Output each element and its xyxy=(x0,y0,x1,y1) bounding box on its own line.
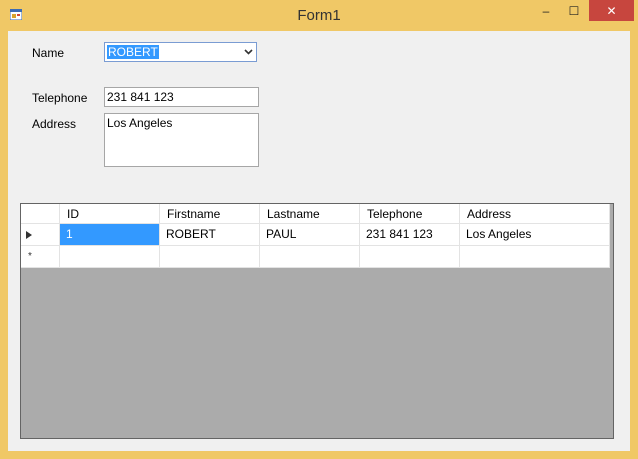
cell-telephone[interactable]: 231 841 123 xyxy=(360,224,460,246)
cell-firstname[interactable]: ROBERT xyxy=(160,224,260,246)
window: Form1 – ☐ ✕ Name ROBERT Telephone 231 84… xyxy=(0,0,638,459)
maximize-button[interactable]: ☐ xyxy=(560,0,588,21)
telephone-label: Telephone xyxy=(32,91,88,105)
chevron-down-icon[interactable] xyxy=(244,48,253,56)
cell-id[interactable]: 1 xyxy=(60,224,160,246)
column-header-id[interactable]: ID xyxy=(60,204,160,224)
table-row[interactable]: 1 ROBERT PAUL 231 841 123 Los Angeles xyxy=(21,224,610,246)
column-header-lastname[interactable]: Lastname xyxy=(260,204,360,224)
cell-address[interactable]: Los Angeles xyxy=(460,224,610,246)
row-header[interactable] xyxy=(21,224,60,246)
form-client-area: Name ROBERT Telephone 231 841 123 Addres… xyxy=(8,31,630,451)
grid-corner-header[interactable] xyxy=(21,204,60,224)
name-combobox[interactable]: ROBERT xyxy=(104,42,257,62)
new-cell-address[interactable] xyxy=(460,246,610,268)
row-pointer-icon xyxy=(26,231,32,239)
address-label: Address xyxy=(32,117,77,131)
cell-lastname[interactable]: PAUL xyxy=(260,224,360,246)
data-grid[interactable]: ID Firstname Lastname Telephone Address … xyxy=(20,203,614,439)
name-label: Name xyxy=(32,46,65,60)
name-combobox-value: ROBERT xyxy=(107,45,159,59)
title-bar[interactable]: Form1 – ☐ ✕ xyxy=(0,0,638,31)
new-row-marker: * xyxy=(28,251,32,262)
new-cell-firstname[interactable] xyxy=(160,246,260,268)
column-header-telephone[interactable]: Telephone xyxy=(360,204,460,224)
column-header-firstname[interactable]: Firstname xyxy=(160,204,260,224)
new-cell-telephone[interactable] xyxy=(360,246,460,268)
telephone-field[interactable]: 231 841 123 xyxy=(104,87,259,107)
close-button[interactable]: ✕ xyxy=(589,0,634,21)
new-cell-lastname[interactable] xyxy=(260,246,360,268)
address-field[interactable]: Los Angeles xyxy=(104,113,259,167)
new-row[interactable]: * xyxy=(21,246,610,268)
grid-header-row: ID Firstname Lastname Telephone Address xyxy=(21,204,610,224)
column-header-address[interactable]: Address xyxy=(460,204,610,224)
new-cell-id[interactable] xyxy=(60,246,160,268)
minimize-button[interactable]: – xyxy=(532,0,560,21)
new-row-header[interactable]: * xyxy=(21,246,60,268)
